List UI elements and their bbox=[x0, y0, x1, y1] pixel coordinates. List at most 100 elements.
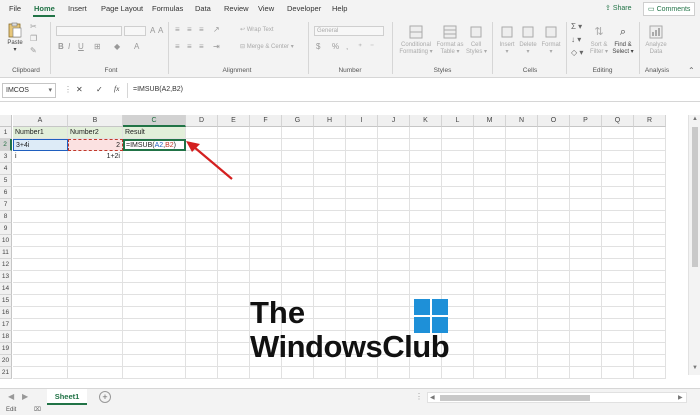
grid-cell[interactable] bbox=[634, 271, 666, 283]
italic-icon[interactable]: I bbox=[68, 42, 70, 51]
grid-cell[interactable] bbox=[410, 175, 442, 187]
grid-cell[interactable] bbox=[282, 367, 314, 379]
comma-style-icon[interactable]: , bbox=[346, 42, 348, 51]
grid-cell[interactable] bbox=[314, 367, 346, 379]
grid-cell[interactable] bbox=[218, 367, 250, 379]
grid-cell[interactable] bbox=[346, 283, 378, 295]
grid-cell[interactable] bbox=[410, 163, 442, 175]
grid-cell[interactable] bbox=[346, 127, 378, 139]
grid-cell[interactable] bbox=[378, 247, 410, 259]
row-header-1[interactable]: 1 bbox=[0, 127, 12, 139]
grid-cell[interactable] bbox=[123, 271, 186, 283]
grid-cell[interactable] bbox=[570, 175, 602, 187]
grid-cell[interactable] bbox=[538, 319, 570, 331]
grid-cell[interactable] bbox=[250, 211, 282, 223]
grid-cell[interactable] bbox=[186, 271, 218, 283]
grid-cell[interactable] bbox=[570, 343, 602, 355]
grid-cell[interactable] bbox=[13, 271, 68, 283]
grid-cell[interactable] bbox=[250, 151, 282, 163]
grid-cell[interactable] bbox=[186, 187, 218, 199]
grid-cell[interactable] bbox=[506, 187, 538, 199]
grid-cell[interactable] bbox=[602, 271, 634, 283]
grid-cell[interactable] bbox=[282, 259, 314, 271]
grid-cell[interactable] bbox=[13, 199, 68, 211]
grid-cell[interactable] bbox=[506, 307, 538, 319]
grid-cell[interactable] bbox=[474, 271, 506, 283]
grid-cell[interactable] bbox=[602, 295, 634, 307]
grid-cell[interactable] bbox=[123, 343, 186, 355]
row-header-9[interactable]: 9 bbox=[0, 223, 12, 235]
grid-cell[interactable] bbox=[123, 247, 186, 259]
align-bottom-icon[interactable]: ≡ bbox=[199, 25, 204, 34]
grid-cell[interactable] bbox=[314, 259, 346, 271]
grid-cell[interactable] bbox=[602, 307, 634, 319]
grid-cell[interactable] bbox=[68, 223, 123, 235]
grid-cell[interactable] bbox=[602, 175, 634, 187]
row-header-4[interactable]: 4 bbox=[0, 163, 12, 175]
grid-cell[interactable] bbox=[186, 247, 218, 259]
formula-bar-menu-icon[interactable]: ⋮ bbox=[64, 85, 72, 94]
grid-cell[interactable] bbox=[123, 151, 186, 163]
cell-a2[interactable]: 3+4i bbox=[13, 139, 68, 151]
menu-view[interactable]: View bbox=[258, 4, 274, 13]
grid-cell[interactable] bbox=[378, 175, 410, 187]
grid-cell[interactable] bbox=[442, 151, 474, 163]
grid-cell[interactable] bbox=[68, 319, 123, 331]
sort-filter-button[interactable]: ⇅ Sort & Filter ▾ bbox=[588, 24, 610, 56]
increase-decimal-icon[interactable]: ⁺ bbox=[358, 42, 362, 51]
borders-icon[interactable]: ⊞ bbox=[94, 42, 101, 51]
grid-cell[interactable] bbox=[602, 151, 634, 163]
grid-cell[interactable] bbox=[13, 223, 68, 235]
grid-cell[interactable] bbox=[474, 283, 506, 295]
grid-cell[interactable] bbox=[410, 247, 442, 259]
grid-cell[interactable] bbox=[218, 307, 250, 319]
insert-function-icon[interactable]: fx bbox=[114, 84, 119, 93]
grid-cell[interactable] bbox=[538, 331, 570, 343]
grid-cell[interactable] bbox=[474, 139, 506, 151]
grid-cell[interactable] bbox=[410, 235, 442, 247]
cell-b1[interactable]: Number2 bbox=[68, 127, 123, 139]
grid-cell[interactable] bbox=[282, 139, 314, 151]
grid-cell[interactable] bbox=[602, 187, 634, 199]
grid-cell[interactable] bbox=[474, 163, 506, 175]
grid-cell[interactable] bbox=[410, 151, 442, 163]
scroll-up-icon[interactable]: ▲ bbox=[692, 116, 698, 122]
paste-button[interactable]: Paste ▾ bbox=[4, 22, 26, 54]
grid-cell[interactable] bbox=[68, 271, 123, 283]
indent-icon[interactable]: ⇥ bbox=[213, 42, 220, 51]
grid-cell[interactable] bbox=[538, 199, 570, 211]
vertical-scrollbar[interactable]: ▲ ▼ bbox=[688, 115, 700, 375]
grid-cell[interactable] bbox=[123, 259, 186, 271]
grid-cell[interactable] bbox=[13, 319, 68, 331]
grid-cell[interactable] bbox=[570, 319, 602, 331]
grid-cell[interactable] bbox=[538, 247, 570, 259]
horizontal-scrollbar[interactable]: ◀ ▶ bbox=[427, 392, 687, 403]
grid-cell[interactable] bbox=[442, 187, 474, 199]
grid-cell[interactable] bbox=[68, 187, 123, 199]
grid-cell[interactable] bbox=[634, 175, 666, 187]
cell-styles-button[interactable]: Cell Styles ▾ bbox=[466, 24, 487, 56]
grid-cell[interactable] bbox=[68, 247, 123, 259]
grid-cell[interactable] bbox=[314, 187, 346, 199]
grid-cell[interactable] bbox=[250, 175, 282, 187]
grid-cell[interactable] bbox=[410, 211, 442, 223]
grid-cell[interactable] bbox=[218, 283, 250, 295]
grid-cell[interactable] bbox=[13, 211, 68, 223]
decrease-decimal-icon[interactable]: ⁻ bbox=[370, 42, 374, 51]
grid-cell[interactable] bbox=[634, 223, 666, 235]
clear-icon[interactable]: ◇ ▾ bbox=[571, 48, 583, 57]
grid-cell[interactable] bbox=[378, 187, 410, 199]
grid-cell[interactable] bbox=[634, 247, 666, 259]
grid-cell[interactable] bbox=[123, 211, 186, 223]
grid-cell[interactable] bbox=[250, 259, 282, 271]
row-header-17[interactable]: 17 bbox=[0, 319, 12, 331]
row-header-7[interactable]: 7 bbox=[0, 199, 12, 211]
column-header-b[interactable]: B bbox=[68, 115, 123, 127]
row-header-21[interactable]: 21 bbox=[0, 367, 12, 379]
grid-cell[interactable] bbox=[282, 247, 314, 259]
grid-cell[interactable] bbox=[123, 187, 186, 199]
grid-cell[interactable] bbox=[13, 163, 68, 175]
grid-cell[interactable] bbox=[538, 223, 570, 235]
grid-cell[interactable] bbox=[634, 307, 666, 319]
grid-cell[interactable] bbox=[314, 247, 346, 259]
